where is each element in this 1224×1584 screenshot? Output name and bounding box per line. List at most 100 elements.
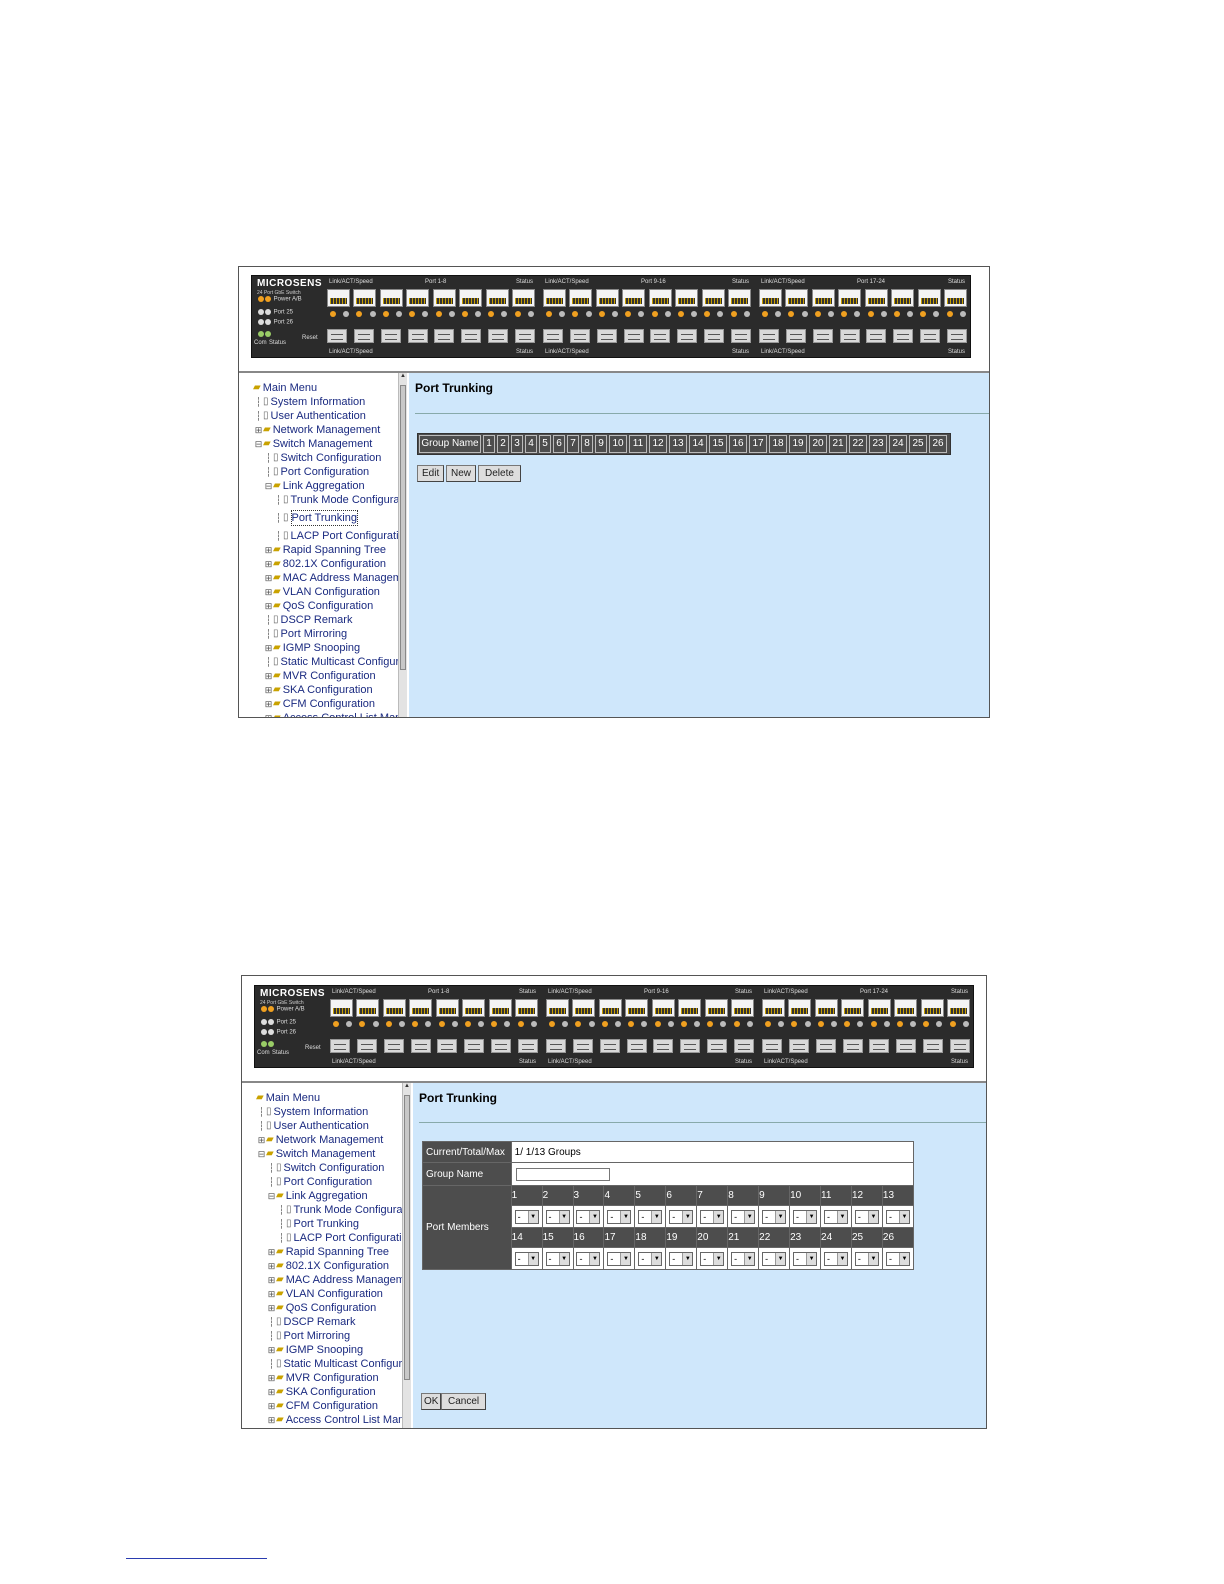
menu-item-ska-configuration[interactable]: ⊞ ▰ SKA Configuration — [247, 1385, 410, 1399]
expand-toggle-icon[interactable]: ⊞ — [264, 697, 273, 711]
port-7-member-select[interactable]: - ▼ — [700, 1209, 725, 1224]
chevron-down-icon[interactable]: ▼ — [867, 1210, 878, 1223]
chevron-down-icon[interactable]: ▼ — [682, 1252, 693, 1265]
menu-item-access-control-list-manage[interactable]: ⊞ ▰ Access Control List Manage — [244, 711, 407, 717]
port-3-member-select[interactable]: - ▼ — [576, 1209, 601, 1224]
port-9-member-select[interactable]: - ▼ — [762, 1209, 787, 1224]
chevron-down-icon[interactable]: ▼ — [651, 1252, 662, 1265]
menu-item-lacp-port-configuration[interactable]: ┆ ▯ LACP Port Configuration — [247, 1231, 410, 1245]
chevron-down-icon[interactable]: ▼ — [620, 1252, 631, 1265]
port-22-member-select[interactable]: - ▼ — [762, 1251, 787, 1266]
menu-item-system-information[interactable]: ┆ ▯ System Information — [247, 1105, 410, 1119]
expand-toggle-icon[interactable]: ⊟ — [254, 437, 263, 451]
port-11-member-select[interactable]: - ▼ — [823, 1209, 848, 1224]
chevron-down-icon[interactable]: ▼ — [620, 1210, 631, 1223]
chevron-down-icon[interactable]: ▼ — [651, 1210, 662, 1223]
port-18-member-select[interactable]: - ▼ — [638, 1251, 663, 1266]
expand-toggle-icon[interactable]: ⊞ — [254, 423, 263, 437]
chevron-down-icon[interactable]: ▼ — [682, 1210, 693, 1223]
new-button[interactable]: New — [446, 465, 477, 482]
chevron-down-icon[interactable]: ▼ — [527, 1252, 538, 1265]
menu-item-switch-management[interactable]: ⊟ ▰ Switch Management — [247, 1147, 410, 1161]
chevron-down-icon[interactable]: ▼ — [775, 1210, 786, 1223]
port-15-member-select[interactable]: - ▼ — [545, 1251, 570, 1266]
expand-toggle-icon[interactable]: ⊞ — [267, 1245, 276, 1259]
menu-item-802-1x-configuration[interactable]: ⊞ ▰ 802.1X Configuration — [247, 1259, 410, 1273]
port-25-member-select[interactable]: - ▼ — [854, 1251, 879, 1266]
port-10-member-select[interactable]: - ▼ — [793, 1209, 818, 1224]
menu-item-link-aggregation[interactable]: ⊟ ▰ Link Aggregation — [244, 479, 407, 493]
expand-toggle-icon[interactable]: ⊟ — [257, 1147, 266, 1161]
expand-toggle-icon[interactable]: ⊞ — [264, 683, 273, 697]
expand-toggle-icon[interactable]: ⊞ — [264, 669, 273, 683]
expand-toggle-icon[interactable]: ⊞ — [267, 1385, 276, 1399]
chevron-down-icon[interactable]: ▼ — [527, 1210, 538, 1223]
chevron-down-icon[interactable]: ▼ — [898, 1210, 909, 1223]
port-8-member-select[interactable]: - ▼ — [731, 1209, 756, 1224]
menu-item-network-management[interactable]: ⊞ ▰ Network Management — [244, 423, 407, 437]
chevron-down-icon[interactable]: ▼ — [589, 1252, 600, 1265]
scroll-thumb[interactable] — [404, 1095, 410, 1380]
nav-scrollbar[interactable]: ▲ — [402, 1083, 411, 1428]
menu-item-dscp-remark[interactable]: ┆ ▯ DSCP Remark — [247, 1315, 410, 1329]
expand-toggle-icon[interactable]: ⊞ — [267, 1371, 276, 1385]
chevron-down-icon[interactable]: ▼ — [744, 1210, 755, 1223]
menu-item-user-authentication[interactable]: ┆ ▯ User Authentication — [244, 409, 407, 423]
port-19-member-select[interactable]: - ▼ — [669, 1251, 694, 1266]
expand-toggle-icon[interactable]: ⊟ — [264, 479, 273, 493]
menu-item-qos-configuration[interactable]: ⊞ ▰ QoS Configuration — [244, 599, 407, 613]
expand-toggle-icon[interactable]: ⊞ — [264, 571, 273, 585]
menu-item-ska-configuration[interactable]: ⊞ ▰ SKA Configuration — [244, 683, 407, 697]
menu-item-switch-configuration[interactable]: ┆ ▯ Switch Configuration — [244, 451, 407, 465]
menu-item-port-trunking[interactable]: ┆ ▯ Port Trunking — [247, 1217, 410, 1231]
delete-button[interactable]: Delete — [478, 465, 521, 482]
port-24-member-select[interactable]: - ▼ — [823, 1251, 848, 1266]
expand-toggle-icon[interactable]: ⊞ — [267, 1399, 276, 1413]
menu-item-qos-configuration[interactable]: ⊞ ▰ QoS Configuration — [247, 1301, 410, 1315]
menu-item-cfm-configuration[interactable]: ⊞ ▰ CFM Configuration — [244, 697, 407, 711]
expand-toggle-icon[interactable]: ⊞ — [257, 1133, 266, 1147]
menu-item-port-mirroring[interactable]: ┆ ▯ Port Mirroring — [247, 1329, 410, 1343]
menu-item-port-trunking[interactable]: ┆ ▯ Port Trunking — [244, 507, 407, 529]
chevron-down-icon[interactable]: ▼ — [744, 1252, 755, 1265]
menu-item-vlan-configuration[interactable]: ⊞ ▰ VLAN Configuration — [244, 585, 407, 599]
port-4-member-select[interactable]: - ▼ — [607, 1209, 632, 1224]
menu-item-trunk-mode-configuratior[interactable]: ┆ ▯ Trunk Mode Configuratior — [247, 1203, 410, 1217]
menu-item-rapid-spanning-tree[interactable]: ⊞ ▰ Rapid Spanning Tree — [247, 1245, 410, 1259]
chevron-down-icon[interactable]: ▼ — [898, 1252, 909, 1265]
expand-toggle-icon[interactable]: ⊞ — [267, 1259, 276, 1273]
menu-item-access-control-list-manage[interactable]: ⊞ ▰ Access Control List Manage — [247, 1413, 410, 1427]
expand-toggle-icon[interactable]: ⊞ — [267, 1301, 276, 1315]
chevron-down-icon[interactable]: ▼ — [713, 1252, 724, 1265]
expand-toggle-icon[interactable]: ⊞ — [264, 599, 273, 613]
menu-item-igmp-snooping[interactable]: ⊞ ▰ IGMP Snooping — [244, 641, 407, 655]
port-6-member-select[interactable]: - ▼ — [669, 1209, 694, 1224]
nav-scrollbar[interactable]: ▲ — [398, 373, 407, 717]
port-2-member-select[interactable]: - ▼ — [545, 1209, 570, 1224]
menu-item-trunk-mode-configuratior[interactable]: ┆ ▯ Trunk Mode Configuratior — [244, 493, 407, 507]
menu-item-rapid-spanning-tree[interactable]: ⊞ ▰ Rapid Spanning Tree — [244, 543, 407, 557]
menu-item-dscp-remark[interactable]: ┆ ▯ DSCP Remark — [244, 613, 407, 627]
menu-item-lacp-port-configuration[interactable]: ┆ ▯ LACP Port Configuration — [244, 529, 407, 543]
menu-item-switch-configuration[interactable]: ┆ ▯ Switch Configuration — [247, 1161, 410, 1175]
menu-item-igmp-snooping[interactable]: ⊞ ▰ IGMP Snooping — [247, 1343, 410, 1357]
menu-item-port-mirroring[interactable]: ┆ ▯ Port Mirroring — [244, 627, 407, 641]
port-17-member-select[interactable]: - ▼ — [607, 1251, 632, 1266]
port-13-member-select[interactable]: - ▼ — [885, 1209, 910, 1224]
menu-item-system-information[interactable]: ┆ ▯ System Information — [244, 395, 407, 409]
menu-item-mvr-configuration[interactable]: ⊞ ▰ MVR Configuration — [247, 1371, 410, 1385]
menu-item-user-authentication[interactable]: ┆ ▯ User Authentication — [247, 1119, 410, 1133]
menu-item-network-management[interactable]: ⊞ ▰ Network Management — [247, 1133, 410, 1147]
menu-item-main-menu[interactable]: ▰ Main Menu — [244, 381, 407, 395]
port-1-member-select[interactable]: - ▼ — [514, 1209, 539, 1224]
expand-toggle-icon[interactable]: ⊞ — [267, 1413, 276, 1427]
menu-item-link-aggregation[interactable]: ⊟ ▰ Link Aggregation — [247, 1189, 410, 1203]
expand-toggle-icon[interactable]: ⊞ — [264, 585, 273, 599]
menu-item-cfm-configuration[interactable]: ⊞ ▰ CFM Configuration — [247, 1399, 410, 1413]
chevron-down-icon[interactable]: ▼ — [836, 1252, 847, 1265]
scroll-up-arrow[interactable]: ▲ — [403, 1083, 411, 1092]
expand-toggle-icon[interactable]: ⊞ — [264, 711, 273, 717]
menu-item-port-configuration[interactable]: ┆ ▯ Port Configuration — [244, 465, 407, 479]
port-16-member-select[interactable]: - ▼ — [576, 1251, 601, 1266]
port-5-member-select[interactable]: - ▼ — [638, 1209, 663, 1224]
